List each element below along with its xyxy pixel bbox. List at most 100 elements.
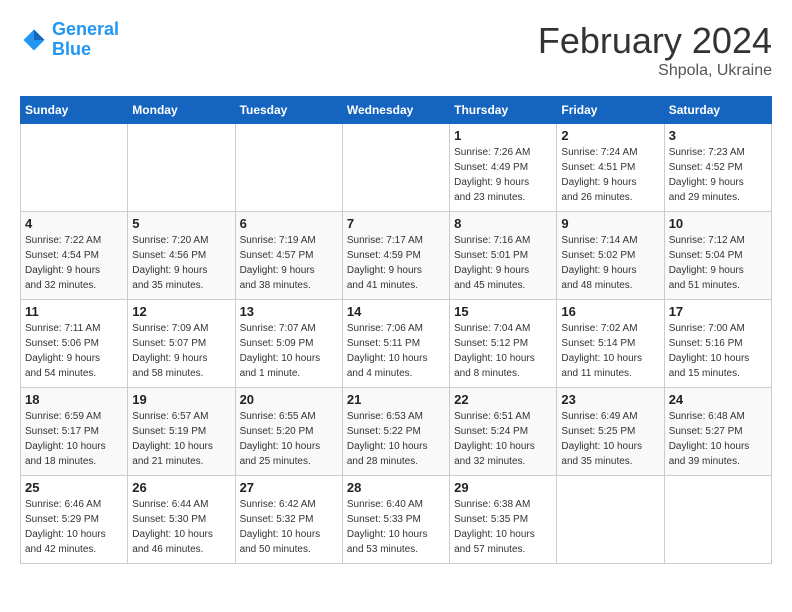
calendar-cell xyxy=(128,124,235,212)
calendar-cell: 8Sunrise: 7:16 AM Sunset: 5:01 PM Daylig… xyxy=(450,212,557,300)
calendar-cell xyxy=(342,124,449,212)
day-info: Sunrise: 7:07 AM Sunset: 5:09 PM Dayligh… xyxy=(240,321,338,381)
day-info: Sunrise: 7:00 AM Sunset: 5:16 PM Dayligh… xyxy=(669,321,767,381)
calendar-cell: 19Sunrise: 6:57 AM Sunset: 5:19 PM Dayli… xyxy=(128,388,235,476)
calendar-cell: 9Sunrise: 7:14 AM Sunset: 5:02 PM Daylig… xyxy=(557,212,664,300)
day-info: Sunrise: 7:24 AM Sunset: 4:51 PM Dayligh… xyxy=(561,145,659,205)
day-info: Sunrise: 7:16 AM Sunset: 5:01 PM Dayligh… xyxy=(454,233,552,293)
calendar-cell: 3 Sunrise: 7:23 AM Sunset: 4:52 PM Daylig… xyxy=(664,124,771,212)
day-number: 25 xyxy=(25,480,123,495)
page-header: General Blue February 2024 Shpola, Ukrai… xyxy=(20,20,772,80)
calendar-cell: 21Sunrise: 6:53 AM Sunset: 5:22 PM Dayli… xyxy=(342,388,449,476)
day-info: Sunrise: 6:55 AM Sunset: 5:20 PM Dayligh… xyxy=(240,409,338,469)
day-number: 24 xyxy=(669,392,767,407)
day-number: 6 xyxy=(240,216,338,231)
day-number: 12 xyxy=(132,304,230,319)
calendar-cell: 6Sunrise: 7:19 AM Sunset: 4:57 PM Daylig… xyxy=(235,212,342,300)
day-number: 27 xyxy=(240,480,338,495)
calendar-cell: 26 Sunrise: 6:44 AM Sunset: 5:30 PM Dayli… xyxy=(128,476,235,564)
day-info: Sunrise: 6:49 AM Sunset: 5:25 PM Dayligh… xyxy=(561,409,659,469)
calendar-week-row: 1 Sunrise: 7:26 AM Sunset: 4:49 PM Daylig… xyxy=(21,124,772,212)
day-info: Sunrise: 7:23 AM Sunset: 4:52 PM Dayligh… xyxy=(669,145,767,205)
day-info: Sunrise: 7:12 AM Sunset: 5:04 PM Dayligh… xyxy=(669,233,767,293)
calendar-cell xyxy=(557,476,664,564)
calendar-week-row: 4 Sunrise: 7:22 AM Sunset: 4:54 PM Daylig… xyxy=(21,212,772,300)
calendar-cell: 11 Sunrise: 7:11 AM Sunset: 5:06 PM Dayli… xyxy=(21,300,128,388)
calendar-cell: 17 Sunrise: 7:00 AM Sunset: 5:16 PM Dayli… xyxy=(664,300,771,388)
day-info: Sunrise: 6:42 AM Sunset: 5:32 PM Dayligh… xyxy=(240,497,338,557)
day-info: Sunrise: 6:53 AM Sunset: 5:22 PM Dayligh… xyxy=(347,409,445,469)
day-number: 17 xyxy=(669,304,767,319)
day-info: Sunrise: 7:06 AM Sunset: 5:11 PM Dayligh… xyxy=(347,321,445,381)
day-info: Sunrise: 6:51 AM Sunset: 5:24 PM Dayligh… xyxy=(454,409,552,469)
day-info: Sunrise: 7:02 AM Sunset: 5:14 PM Dayligh… xyxy=(561,321,659,381)
day-info: Sunrise: 7:26 AM Sunset: 4:49 PM Dayligh… xyxy=(454,145,552,205)
calendar-week-row: 25 Sunrise: 6:46 AM Sunset: 5:29 PM Dayli… xyxy=(21,476,772,564)
calendar-cell: 18Sunrise: 6:59 AM Sunset: 5:17 PM Dayli… xyxy=(21,388,128,476)
calendar-cell xyxy=(664,476,771,564)
calendar-cell: 4 Sunrise: 7:22 AM Sunset: 4:54 PM Daylig… xyxy=(21,212,128,300)
day-info: Sunrise: 6:57 AM Sunset: 5:19 PM Dayligh… xyxy=(132,409,230,469)
day-info: Sunrise: 7:04 AM Sunset: 5:12 PM Dayligh… xyxy=(454,321,552,381)
day-of-week-header: Monday xyxy=(128,97,235,124)
calendar-table: SundayMondayTuesdayWednesdayThursdayFrid… xyxy=(20,96,772,564)
day-info: Sunrise: 7:20 AM Sunset: 4:56 PM Dayligh… xyxy=(132,233,230,293)
calendar-cell: 13 Sunrise: 7:07 AM Sunset: 5:09 PM Dayli… xyxy=(235,300,342,388)
day-number: 3 xyxy=(669,128,767,143)
day-number: 1 xyxy=(454,128,552,143)
calendar-cell: 28 Sunrise: 6:40 AM Sunset: 5:33 PM Dayli… xyxy=(342,476,449,564)
calendar-cell: 27 Sunrise: 6:42 AM Sunset: 5:32 PM Dayli… xyxy=(235,476,342,564)
calendar-cell xyxy=(21,124,128,212)
title-block: February 2024 Shpola, Ukraine xyxy=(538,20,772,80)
logo-icon xyxy=(20,26,48,54)
day-number: 5 xyxy=(132,216,230,231)
calendar-cell xyxy=(235,124,342,212)
day-info: Sunrise: 7:22 AM Sunset: 4:54 PM Dayligh… xyxy=(25,233,123,293)
logo-line2: Blue xyxy=(52,39,91,59)
day-info: Sunrise: 6:48 AM Sunset: 5:27 PM Dayligh… xyxy=(669,409,767,469)
day-number: 26 xyxy=(132,480,230,495)
day-of-week-header: Saturday xyxy=(664,97,771,124)
day-info: Sunrise: 6:59 AM Sunset: 5:17 PM Dayligh… xyxy=(25,409,123,469)
calendar-cell: 14 Sunrise: 7:06 AM Sunset: 5:11 PM Dayli… xyxy=(342,300,449,388)
day-number: 29 xyxy=(454,480,552,495)
day-info: Sunrise: 7:14 AM Sunset: 5:02 PM Dayligh… xyxy=(561,233,659,293)
day-info: Sunrise: 6:46 AM Sunset: 5:29 PM Dayligh… xyxy=(25,497,123,557)
day-number: 13 xyxy=(240,304,338,319)
calendar-cell: 5 Sunrise: 7:20 AM Sunset: 4:56 PM Daylig… xyxy=(128,212,235,300)
logo-text: General Blue xyxy=(52,20,119,60)
day-info: Sunrise: 6:40 AM Sunset: 5:33 PM Dayligh… xyxy=(347,497,445,557)
day-info: Sunrise: 7:17 AM Sunset: 4:59 PM Dayligh… xyxy=(347,233,445,293)
location-subtitle: Shpola, Ukraine xyxy=(538,62,772,80)
calendar-body: 1 Sunrise: 7:26 AM Sunset: 4:49 PM Daylig… xyxy=(21,124,772,564)
day-number: 15 xyxy=(454,304,552,319)
day-info: Sunrise: 7:11 AM Sunset: 5:06 PM Dayligh… xyxy=(25,321,123,381)
day-info: Sunrise: 6:38 AM Sunset: 5:35 PM Dayligh… xyxy=(454,497,552,557)
day-number: 28 xyxy=(347,480,445,495)
logo-line1: General xyxy=(52,19,119,39)
calendar-cell: 22Sunrise: 6:51 AM Sunset: 5:24 PM Dayli… xyxy=(450,388,557,476)
calendar-cell: 24 Sunrise: 6:48 AM Sunset: 5:27 PM Dayli… xyxy=(664,388,771,476)
day-of-week-header: Thursday xyxy=(450,97,557,124)
day-number: 11 xyxy=(25,304,123,319)
logo: General Blue xyxy=(20,20,119,60)
day-number: 2 xyxy=(561,128,659,143)
day-info: Sunrise: 6:44 AM Sunset: 5:30 PM Dayligh… xyxy=(132,497,230,557)
calendar-cell: 29 Sunrise: 6:38 AM Sunset: 5:35 PM Dayli… xyxy=(450,476,557,564)
day-number: 4 xyxy=(25,216,123,231)
calendar-cell: 10Sunrise: 7:12 AM Sunset: 5:04 PM Dayli… xyxy=(664,212,771,300)
calendar-cell: 16 Sunrise: 7:02 AM Sunset: 5:14 PM Dayli… xyxy=(557,300,664,388)
calendar-week-row: 18Sunrise: 6:59 AM Sunset: 5:17 PM Dayli… xyxy=(21,388,772,476)
calendar-cell: 20Sunrise: 6:55 AM Sunset: 5:20 PM Dayli… xyxy=(235,388,342,476)
day-info: Sunrise: 7:09 AM Sunset: 5:07 PM Dayligh… xyxy=(132,321,230,381)
calendar-cell: 12 Sunrise: 7:09 AM Sunset: 5:07 PM Dayli… xyxy=(128,300,235,388)
day-of-week-header: Sunday xyxy=(21,97,128,124)
day-of-week-header: Wednesday xyxy=(342,97,449,124)
day-of-week-header: Friday xyxy=(557,97,664,124)
calendar-week-row: 11 Sunrise: 7:11 AM Sunset: 5:06 PM Dayli… xyxy=(21,300,772,388)
day-of-week-header: Tuesday xyxy=(235,97,342,124)
calendar-cell: 23Sunrise: 6:49 AM Sunset: 5:25 PM Dayli… xyxy=(557,388,664,476)
calendar-cell: 1 Sunrise: 7:26 AM Sunset: 4:49 PM Daylig… xyxy=(450,124,557,212)
day-number: 14 xyxy=(347,304,445,319)
day-number: 16 xyxy=(561,304,659,319)
